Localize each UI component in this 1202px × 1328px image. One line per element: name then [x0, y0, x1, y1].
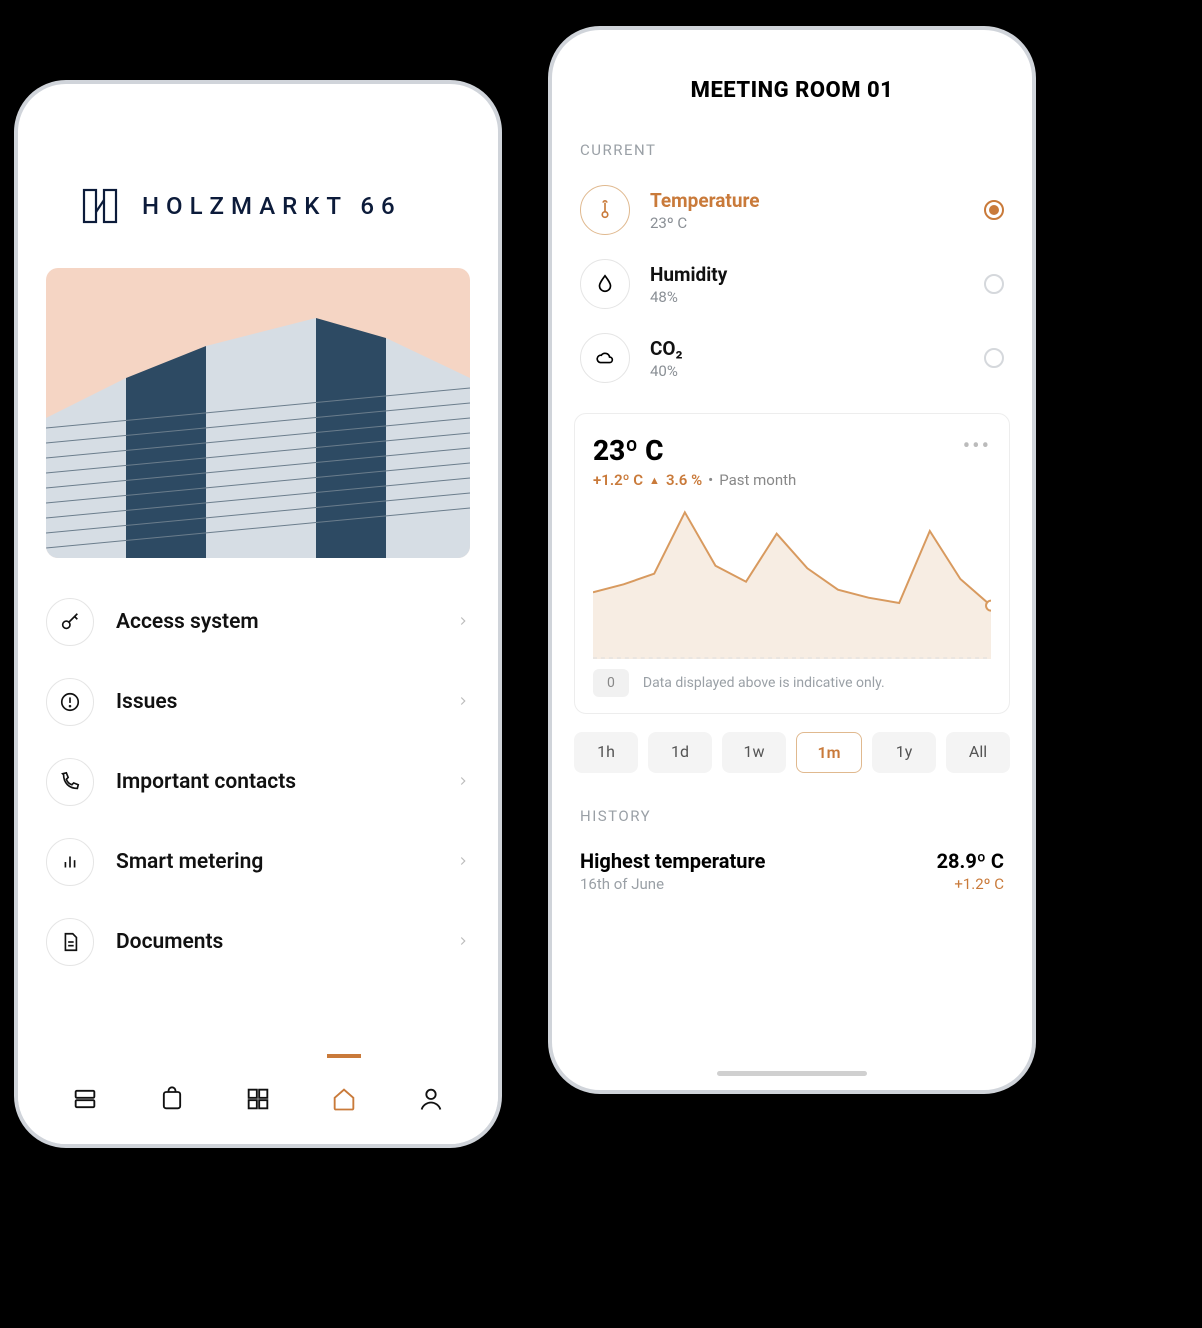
bar-chart-icon: [46, 838, 94, 886]
home-indicator: [717, 1071, 867, 1076]
chevron-right-icon: [456, 933, 470, 952]
chevron-right-icon: [456, 693, 470, 712]
droplet-icon: [580, 259, 630, 309]
menu-item-issues[interactable]: Issues: [46, 662, 470, 742]
history-date: 16th of June: [580, 875, 765, 893]
tab-shop[interactable]: [145, 1072, 199, 1126]
tab-home[interactable]: [317, 1072, 371, 1126]
range-tab-1m[interactable]: 1m: [796, 732, 862, 773]
menu-item-label: Smart metering: [116, 850, 434, 874]
key-icon: [46, 598, 94, 646]
delta-period: Past month: [719, 471, 796, 489]
chart-baseline-row: 0 Data displayed above is indicative onl…: [593, 669, 991, 697]
chart-big-value: 23º C: [593, 434, 796, 467]
chevron-right-icon: [456, 773, 470, 792]
range-tab-1y[interactable]: 1y: [872, 732, 936, 773]
page-title: MEETING ROOM 01: [552, 30, 1032, 131]
chart-card: 23º C +1.2º C ▲ 3.6 % • Past month ••• 0…: [574, 413, 1010, 714]
phone-home: HOLZMARKT 66 Access syst: [18, 84, 498, 1144]
baseline-zero: 0: [593, 669, 629, 697]
menu-item-access-system[interactable]: Access system: [46, 582, 470, 662]
menu-item-contacts[interactable]: Important contacts: [46, 742, 470, 822]
hero-image: [46, 268, 470, 558]
menu-item-label: Access system: [116, 610, 434, 634]
chart-delta-row: +1.2º C ▲ 3.6 % • Past month: [593, 471, 796, 489]
chevron-right-icon: [456, 853, 470, 872]
logo-icon: [78, 184, 122, 228]
metric-name: Humidity: [650, 263, 964, 286]
document-icon: [46, 918, 94, 966]
metric-value: 48%: [650, 288, 964, 306]
bottom-tabbar: [18, 1054, 498, 1144]
metric-text: Humidity 48%: [650, 263, 964, 306]
metric-name: CO₂: [650, 337, 964, 360]
menu-item-label: Important contacts: [116, 770, 434, 794]
menu-list: Access system Issues Important contacts …: [18, 558, 498, 982]
history-section: Highest temperature 16th of June 28.9º C…: [552, 839, 1032, 933]
menu-item-label: Documents: [116, 930, 434, 954]
tab-list[interactable]: [58, 1072, 112, 1126]
range-tab-1h[interactable]: 1h: [574, 732, 638, 773]
history-delta: +1.2º C: [937, 875, 1004, 893]
section-label-history: HISTORY: [552, 773, 1032, 839]
radio-unselected[interactable]: [984, 348, 1004, 368]
alert-circle-icon: [46, 678, 94, 726]
metric-value: 23º C: [650, 214, 964, 232]
app-header: HOLZMARKT 66: [18, 84, 498, 268]
history-label: Highest temperature: [580, 849, 765, 873]
logo-text: HOLZMARKT 66: [142, 192, 402, 220]
thermometer-icon: [580, 185, 630, 235]
dot-separator: •: [708, 471, 713, 489]
metric-text: Temperature 23º C: [650, 189, 964, 232]
chevron-right-icon: [456, 613, 470, 632]
metric-name: Temperature: [650, 189, 964, 212]
tab-profile[interactable]: [404, 1072, 458, 1126]
metric-row-temperature[interactable]: Temperature 23º C: [552, 173, 1032, 247]
radio-selected[interactable]: [984, 200, 1004, 220]
more-options-button[interactable]: •••: [963, 434, 991, 459]
chart-disclaimer: Data displayed above is indicative only.: [643, 675, 885, 691]
range-tab-1d[interactable]: 1d: [648, 732, 712, 773]
history-value: 28.9º C: [937, 849, 1004, 873]
radio-unselected[interactable]: [984, 274, 1004, 294]
tab-grid[interactable]: [231, 1072, 285, 1126]
menu-item-documents[interactable]: Documents: [46, 902, 470, 982]
delta-percent: 3.6 %: [666, 471, 702, 489]
metric-row-humidity[interactable]: Humidity 48%: [552, 247, 1032, 321]
metric-text: CO₂ 40%: [650, 337, 964, 380]
metric-value: 40%: [650, 362, 964, 380]
history-row-highest-temperature[interactable]: Highest temperature 16th of June 28.9º C…: [580, 839, 1004, 893]
range-tabs: 1h 1d 1w 1m 1y All: [552, 714, 1032, 773]
range-tab-all[interactable]: All: [946, 732, 1010, 773]
menu-item-label: Issues: [116, 690, 434, 714]
triangle-up-icon: ▲: [649, 474, 660, 487]
range-tab-1w[interactable]: 1w: [722, 732, 786, 773]
menu-item-smart-metering[interactable]: Smart metering: [46, 822, 470, 902]
phone-room-detail: MEETING ROOM 01 CURRENT Temperature 23º …: [552, 30, 1032, 1090]
delta-value: +1.2º C: [593, 471, 643, 489]
metric-row-co2[interactable]: CO₂ 40%: [552, 321, 1032, 395]
line-chart: [593, 499, 991, 659]
cloud-icon: [580, 333, 630, 383]
section-label-current: CURRENT: [552, 131, 1032, 173]
phone-icon: [46, 758, 94, 806]
